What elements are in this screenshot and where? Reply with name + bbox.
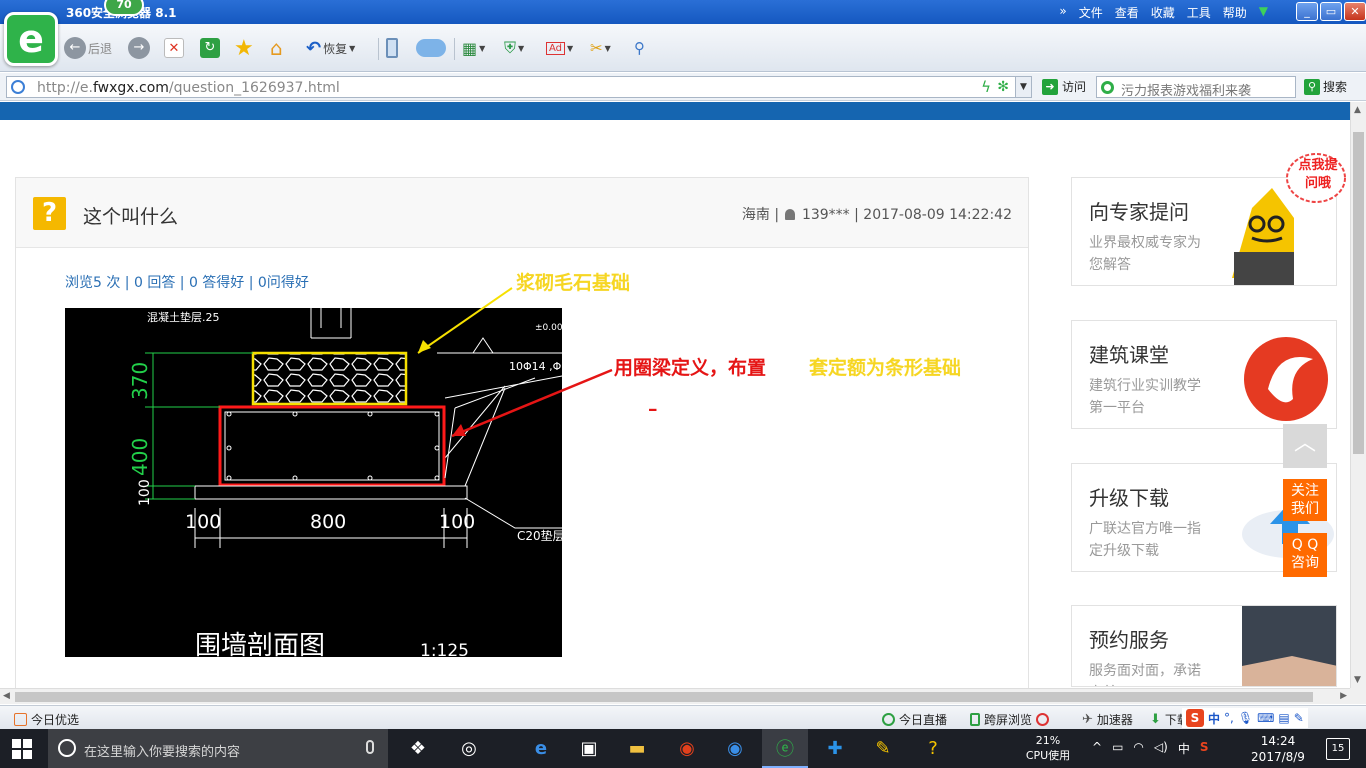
edge-icon[interactable]: e (518, 729, 564, 768)
today-live-label: 今日直播 (899, 713, 948, 727)
annotation-ring-beam: 用圈梁定义，布置 (614, 357, 767, 379)
cpu-label: CPU使用 (1025, 749, 1071, 762)
annotation-dash: – (648, 398, 658, 420)
taskbar: 在这里输入你要搜索的内容 ❖ ◎ e ▣ ▬ ◉ ◉ ⓔ ✚ ✎ ? 21% C… (0, 729, 1366, 768)
accelerator-label: 加速器 (1096, 713, 1133, 727)
qq-consult-button[interactable]: Q Q咨询 (1283, 533, 1327, 577)
mic-icon[interactable]: 🎙 (1238, 711, 1253, 725)
gift-icon (14, 713, 27, 726)
sogou-icon: S (1186, 709, 1204, 727)
browser-swirl-icon[interactable]: ◎ (446, 729, 492, 768)
cross-screen-label: 跨屏浏览 (984, 713, 1033, 727)
building-course-title: 建筑课堂 (1089, 343, 1169, 367)
tray-ime[interactable]: 中 (1178, 740, 1190, 757)
windows-start-icon[interactable] (12, 739, 32, 759)
ime-toolbar[interactable]: S 中 °, 🎙 ⌨ ▤ ✎ (1182, 708, 1308, 728)
back-to-top-button[interactable]: ︿ (1283, 424, 1327, 468)
upgrade-download-subtitle: 广联达官方唯一指定升级下载 (1089, 521, 1201, 559)
task-view-icon[interactable]: ❖ (395, 729, 441, 768)
tray-expand-icon[interactable]: ^ (1092, 740, 1102, 757)
yellow-arrow (417, 287, 513, 354)
scroll-left-icon[interactable]: ◀ (3, 691, 10, 701)
browser-logo-icon[interactable]: e (4, 12, 58, 66)
building-course-card[interactable]: 建筑课堂 建筑行业实训教学第一平台 (1071, 320, 1337, 429)
today-picks-button[interactable]: 今日优选 (14, 711, 79, 728)
building-course-subtitle: 建筑行业实训教学第一平台 (1089, 378, 1201, 416)
notification-center-button[interactable]: 15 (1326, 738, 1350, 760)
ask-expert-title: 向专家提问 (1089, 200, 1189, 224)
store-icon[interactable]: ▣ (566, 729, 612, 768)
course-logo-icon (1244, 337, 1328, 421)
scroll-up-icon[interactable]: ▲ (1354, 105, 1361, 115)
horizontal-scrollbar[interactable]: ◀ ▶ (0, 688, 1350, 704)
ask-bubble-text[interactable]: 点我提问哦 (1296, 157, 1340, 193)
clock-date: 2017/8/9 (1251, 750, 1305, 764)
upgrade-download-title: 升级下载 (1089, 486, 1169, 510)
cortana-icon (58, 739, 76, 757)
follow-us-label: 关注我们 (1291, 483, 1319, 517)
punctuation-icon[interactable]: °, (1224, 711, 1234, 725)
accelerator-button[interactable]: ✈ 加速器 (1082, 711, 1133, 728)
book-service-card[interactable]: 预约服务 服务面对面，承诺立兑 (1071, 605, 1337, 687)
app-plus-icon[interactable]: ✚ (812, 729, 858, 768)
book-service-subtitle: 服务面对面，承诺立兑 (1089, 663, 1201, 686)
taskbar-search[interactable]: 在这里输入你要搜索的内容 (48, 729, 388, 768)
system-tray: ^ ▭ ◠ ◁) 中 S (1092, 740, 1208, 757)
sogou-tray-icon[interactable]: S (1200, 740, 1209, 757)
scroll-right-icon[interactable]: ▶ (1340, 691, 1347, 701)
keyboard-icon[interactable]: ⌨ (1257, 711, 1274, 725)
vertical-scrollbar[interactable]: ▲ ▼ (1350, 102, 1366, 688)
app-swirl-red-icon[interactable]: ◉ (664, 729, 710, 768)
follow-us-button[interactable]: 关注我们 (1283, 479, 1327, 521)
wifi-icon[interactable]: ◠ (1133, 740, 1143, 757)
today-live-button[interactable]: 今日直播 (882, 711, 947, 728)
scrollbar-corner (1350, 688, 1366, 704)
notepad-icon[interactable]: ✎ (860, 729, 906, 768)
status-bar: 今日优选 今日直播 跨屏浏览 ✈ 加速器 ⬇ 下载 S 中 °, 🎙 ⌨ ▤ ✎ (0, 705, 1366, 729)
handshake-icon (1242, 606, 1336, 686)
360-browser-taskbar-icon[interactable]: ⓔ (762, 729, 808, 768)
scroll-down-icon[interactable]: ▼ (1354, 675, 1361, 685)
annotation-strip-foundation: 套定额为条形基础 (809, 357, 962, 379)
book-service-title: 预约服务 (1089, 628, 1169, 652)
rocket-icon: ✈ (1082, 712, 1093, 727)
system-clock[interactable]: 14:24 2017/8/9 (1248, 733, 1308, 765)
today-picks-label: 今日优选 (31, 713, 80, 727)
microphone-icon[interactable] (366, 740, 374, 754)
vertical-scroll-thumb[interactable] (1353, 132, 1364, 454)
help-app-icon[interactable]: ? (910, 729, 956, 768)
play-icon (882, 713, 895, 726)
battery-icon[interactable]: ▭ (1112, 740, 1123, 757)
qq-consult-label: Q Q咨询 (1291, 537, 1319, 571)
settings-wrench-icon[interactable]: ✎ (1294, 711, 1304, 725)
annotation-rubble-footing: 浆砌毛石基础 (516, 272, 631, 294)
taskbar-search-placeholder: 在这里输入你要搜索的内容 (84, 745, 241, 760)
cpu-percent: 21% (1035, 734, 1061, 747)
red-arrow (451, 368, 613, 438)
download-arrow-icon: ⬇ (1150, 712, 1161, 727)
skin-icon[interactable]: ▤ (1278, 711, 1289, 725)
target-icon (1036, 713, 1050, 726)
volume-icon[interactable]: ◁) (1154, 740, 1168, 757)
score-badge[interactable]: 70 (104, 0, 144, 16)
file-explorer-icon[interactable]: ▬ (614, 729, 660, 768)
phone-icon (970, 713, 980, 726)
clock-time: 14:24 (1260, 734, 1296, 748)
ask-expert-subtitle: 业界最权威专家为您解答 (1089, 235, 1201, 273)
cross-screen-button[interactable]: 跨屏浏览 (970, 711, 1050, 728)
ime-mode[interactable]: 中 (1208, 710, 1220, 727)
app-swirl-blue-icon[interactable]: ◉ (712, 729, 758, 768)
cpu-usage[interactable]: 21% CPU使用 (1022, 733, 1074, 763)
horizontal-scroll-thumb[interactable] (15, 692, 1313, 702)
